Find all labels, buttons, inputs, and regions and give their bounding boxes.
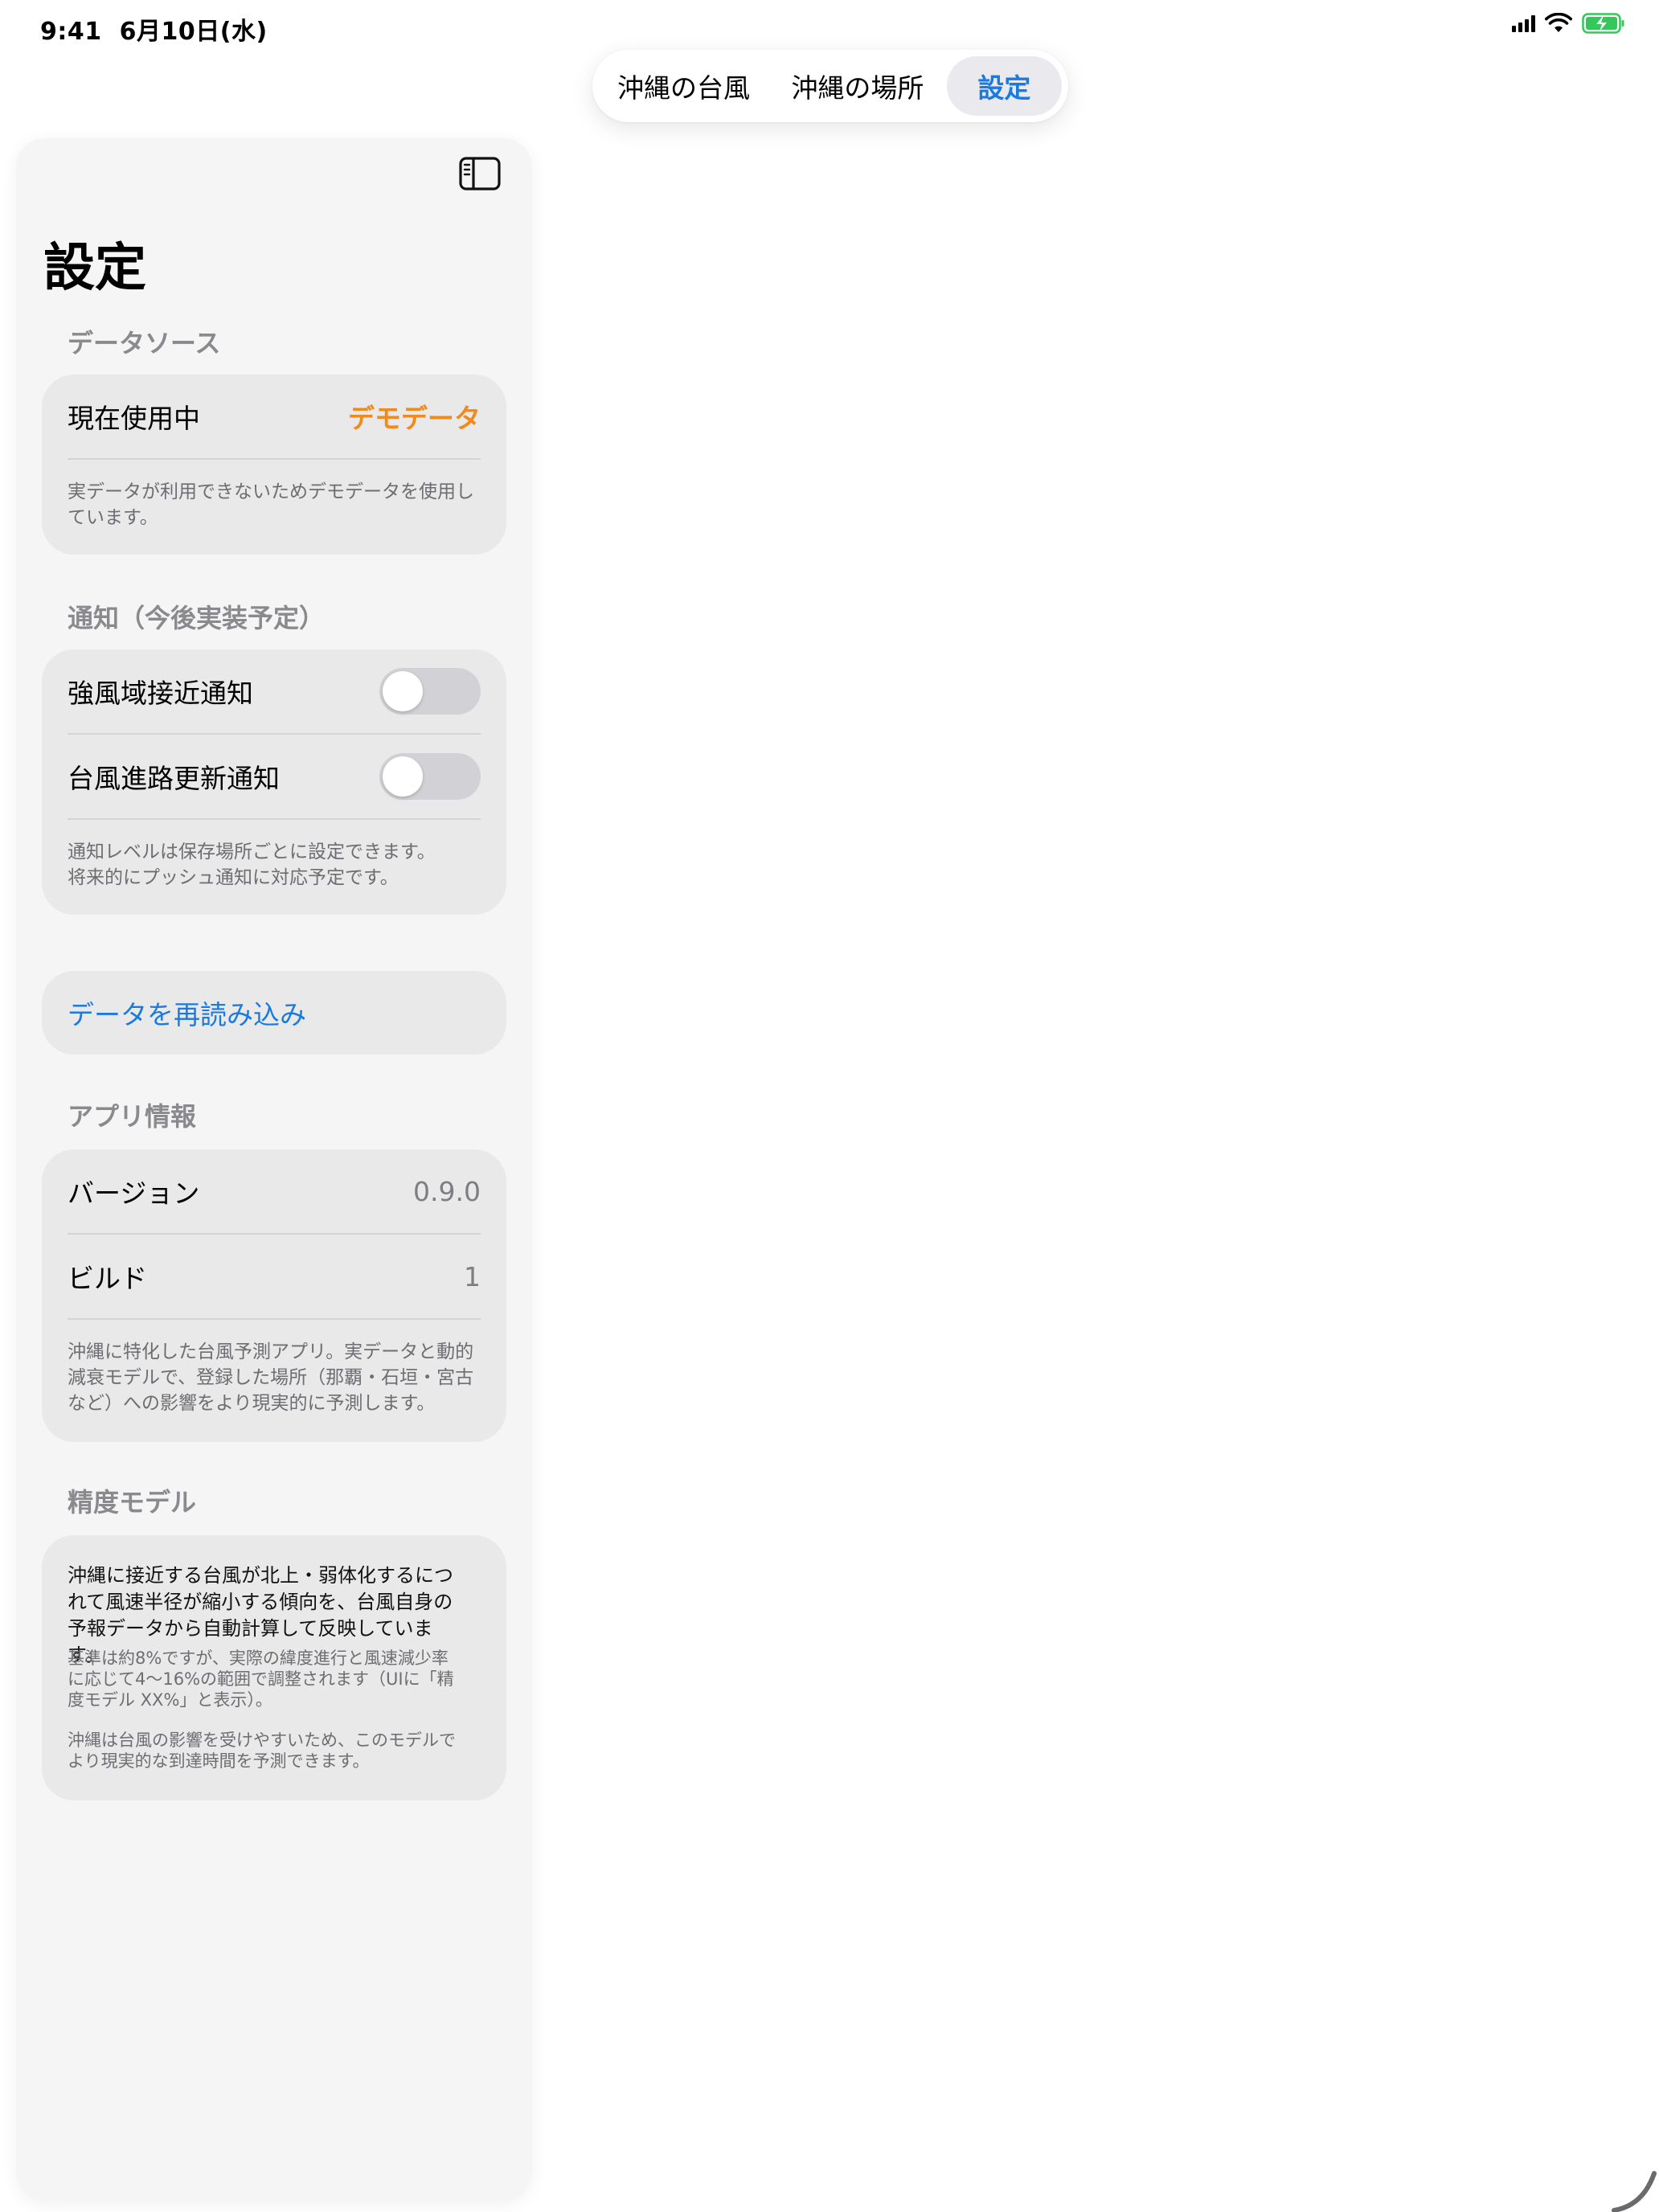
build-value: 1 <box>464 1260 481 1292</box>
track-update-notification-row: 台風進路更新通知 <box>68 735 481 818</box>
section-header-notifications: 通知（今後実装予定） <box>68 603 326 633</box>
status-icons <box>1512 13 1625 34</box>
section-header-accuracy-model: 精度モデル <box>68 1487 197 1518</box>
wifi-icon <box>1545 13 1572 32</box>
cellular-signal-icon <box>1512 14 1535 32</box>
status-time: 9:41 6月10日(水) <box>40 11 268 47</box>
tab-okinawa-typhoon[interactable]: 沖縄の台風 <box>599 56 768 116</box>
strong-wind-notification-label: 強風域接近通知 <box>68 678 253 709</box>
accuracy-model-benefit-note: 沖縄は台風の影響を受けやすいため、このモデルでより現実的な到達時間を予測できます… <box>68 1731 456 1771</box>
build-label: ビルド <box>68 1263 147 1294</box>
resize-handle-icon[interactable] <box>1611 2164 1659 2212</box>
toggle-knob <box>383 756 423 797</box>
notifications-footnote-line2: 将来的にプッシュ通知に対応予定です。 <box>68 867 399 888</box>
version-row: バージョン 0.9.0 <box>68 1149 481 1233</box>
status-date: 6月10日(水) <box>119 18 268 46</box>
track-update-notification-label: 台風進路更新通知 <box>68 763 280 794</box>
version-label: バージョン <box>68 1178 200 1209</box>
settings-sidebar: 設定 データソース 現在使用中 デモデータ 実データが利用できないためデモデータ… <box>16 138 532 2201</box>
data-source-footnote: 実データが利用できないためデモデータを使用しています。 <box>68 481 474 528</box>
divider <box>68 1318 481 1320</box>
divider <box>68 818 481 820</box>
track-update-notification-toggle[interactable] <box>379 753 481 800</box>
divider <box>68 458 481 460</box>
notifications-footnote-line1: 通知レベルは保存場所ごとに設定できます。 <box>68 842 436 862</box>
accuracy-model-range-note: 基準は約8%ですが、実際の緯度進行と風速減少率に応じて4〜16%の範囲で調整され… <box>68 1649 454 1710</box>
section-header-data-source: データソース <box>68 328 221 358</box>
version-value: 0.9.0 <box>413 1175 481 1207</box>
toggle-knob <box>383 671 423 711</box>
tab-bar: 沖縄の台風 沖縄の場所 設定 <box>592 50 1068 122</box>
app-info-card: バージョン 0.9.0 ビルド 1 沖縄に特化した台風予測アプリ。実データと動的… <box>42 1149 506 1442</box>
status-clock: 9:41 <box>40 18 102 46</box>
battery-charging-icon <box>1582 13 1624 34</box>
current-source-label: 現在使用中 <box>68 403 200 434</box>
strong-wind-notification-row: 強風域接近通知 <box>68 649 481 733</box>
data-source-card: 現在使用中 デモデータ 実データが利用できないためデモデータを使用しています。 <box>42 375 506 555</box>
reload-data-button[interactable]: データを再読み込み <box>42 971 506 1055</box>
section-header-app-info: アプリ情報 <box>68 1101 197 1132</box>
sidebar-toggle-icon[interactable] <box>459 156 501 191</box>
notifications-footnote: 通知レベルは保存場所ごとに設定できます。 将来的にプッシュ通知に対応予定です。 <box>68 839 474 891</box>
app-info-footnote: 沖縄に特化した台風予測アプリ。実データと動的減衰モデルで、登録した場所（那覇・石… <box>68 1342 474 1414</box>
current-source-value: デモデータ <box>348 403 481 434</box>
tab-okinawa-places[interactable]: 沖縄の場所 <box>768 56 947 116</box>
strong-wind-notification-toggle[interactable] <box>379 668 481 715</box>
page-title: 設定 <box>43 239 146 298</box>
current-source-row: 現在使用中 デモデータ <box>68 375 481 458</box>
accuracy-model-card: 沖縄に接近する台風が北上・弱体化するにつれて風速半径が縮小する傾向を、台風自身の… <box>42 1535 506 1800</box>
build-row: ビルド 1 <box>68 1235 481 1318</box>
notifications-card: 強風域接近通知 台風進路更新通知 通知レベルは保存場所ごとに設定できます。 将来… <box>42 649 506 915</box>
tab-settings[interactable]: 設定 <box>946 56 1062 116</box>
